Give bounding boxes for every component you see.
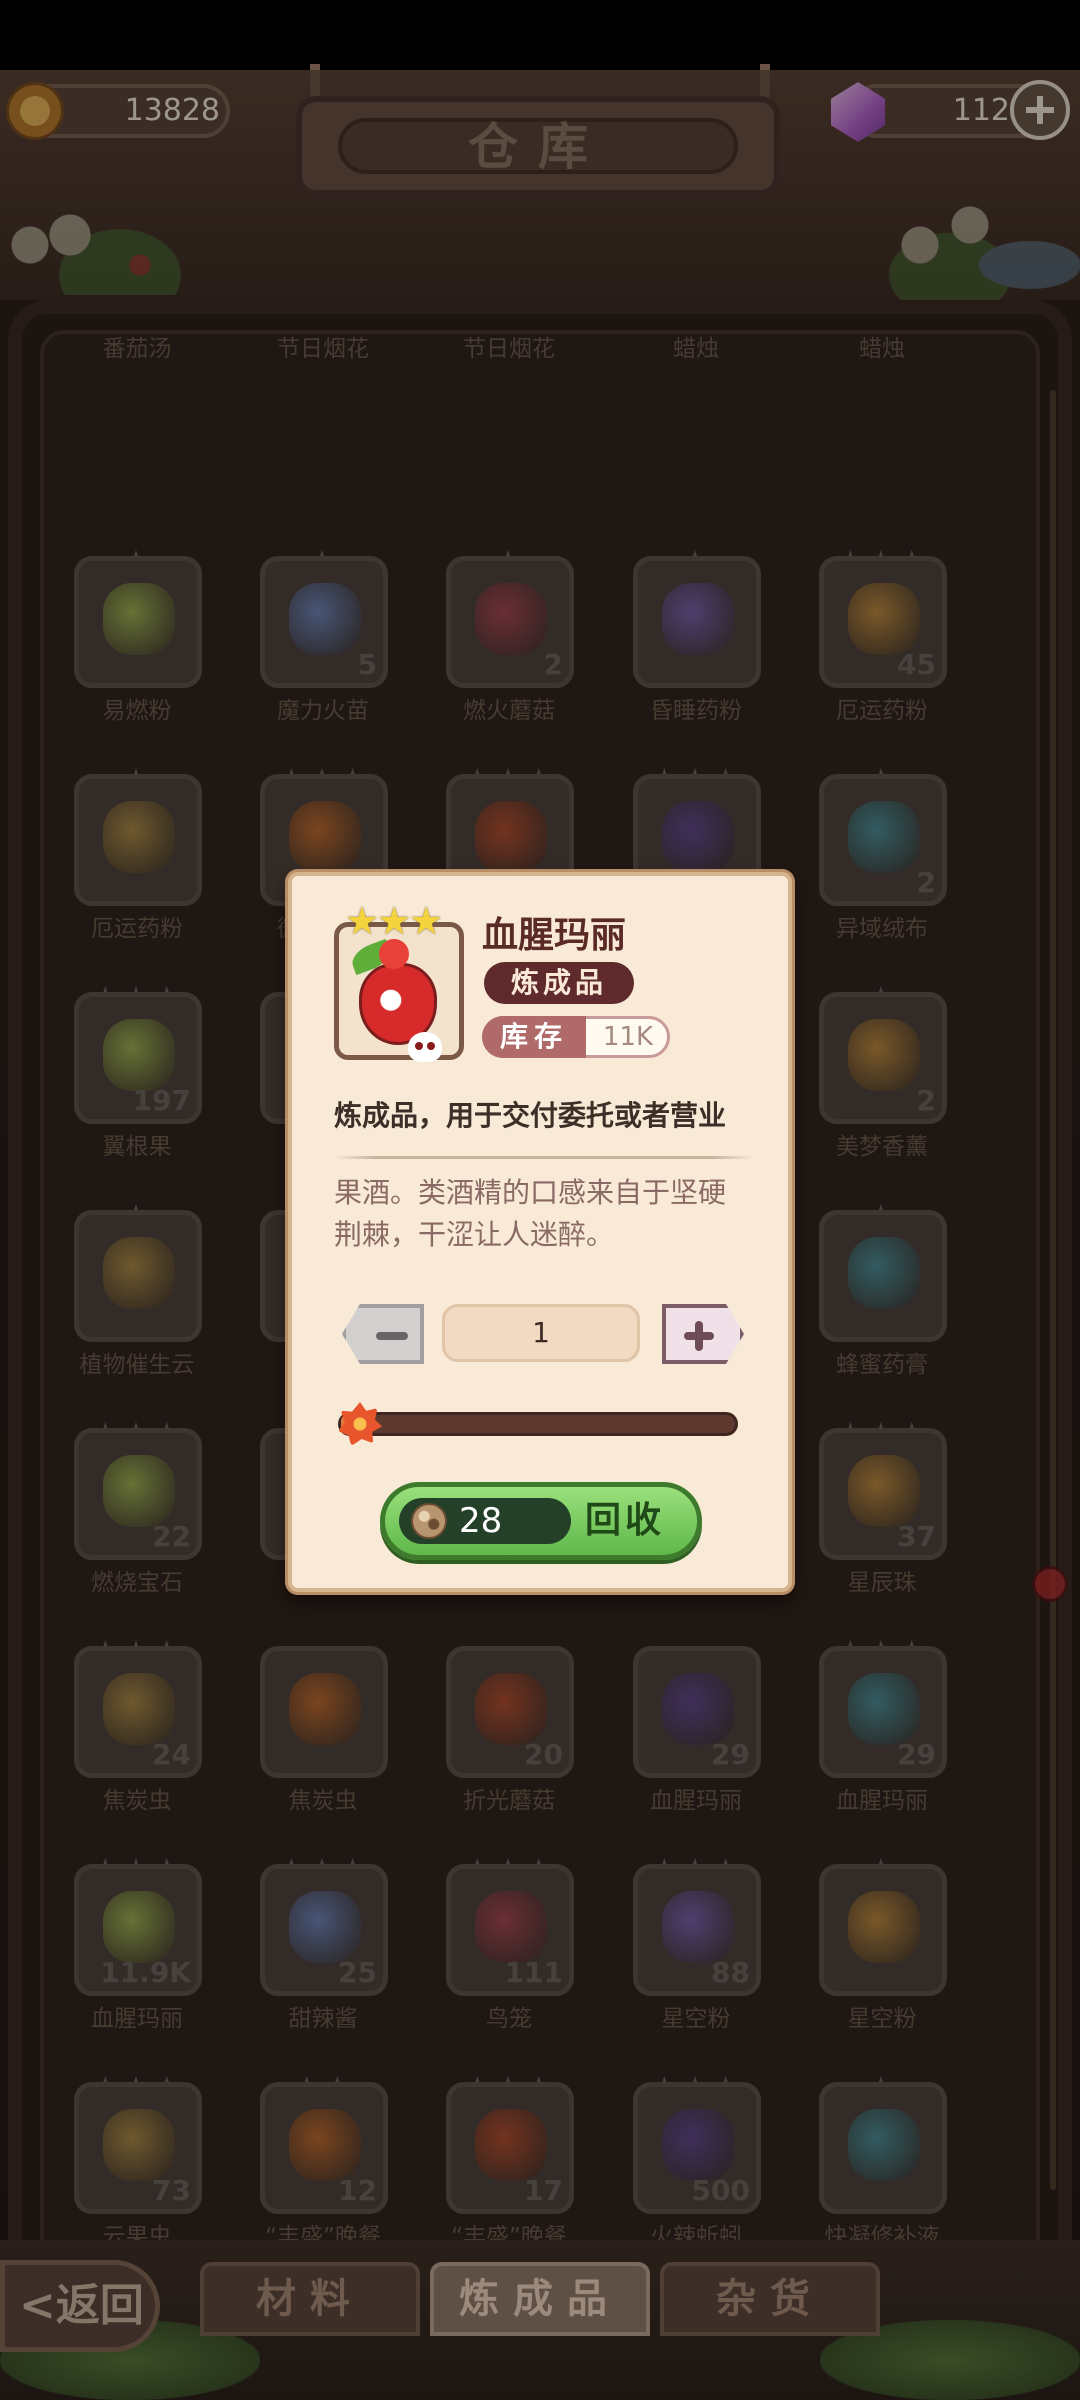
ladybug-icon [1032, 1566, 1068, 1602]
skull-icon [408, 1032, 442, 1062]
stock-indicator: 库存 11K [482, 1016, 670, 1058]
slider-handle-flower-icon[interactable] [338, 1402, 382, 1446]
item-usage-description: 炼成品，用于交付委托或者营业 [334, 1099, 727, 1132]
item-rarity-stars: ★★★ [345, 899, 443, 943]
recycle-button[interactable]: 28 回收 [380, 1482, 702, 1560]
quantity-input[interactable]: 1 [442, 1304, 640, 1362]
description-divider [334, 1156, 754, 1159]
recycle-price-value: 28 [459, 1501, 503, 1541]
stock-label: 库存 [482, 1016, 586, 1058]
tab-materials[interactable]: 材料 [200, 2262, 420, 2336]
minus-icon [376, 1332, 408, 1340]
tab-crafted-items[interactable]: 炼成品 [430, 2262, 650, 2336]
decrease-quantity-button[interactable] [342, 1304, 424, 1364]
item-detail-popup: ★★★ 血腥玛丽 炼成品 库存 11K 炼成品，用于交付委托或者营业 果酒。类酒… [288, 872, 792, 1592]
berry-icon [379, 939, 409, 969]
cookie-currency-icon [411, 1503, 447, 1539]
item-flavor-text: 果酒。类酒精的口感来自于坚硬荆棘，干涩让人迷醉。 [334, 1176, 727, 1251]
stock-value: 11K [602, 1022, 654, 1052]
tab-sundries[interactable]: 杂货 [660, 2262, 880, 2336]
back-button[interactable]: <返回 [0, 2260, 160, 2352]
increase-quantity-button[interactable] [662, 1304, 744, 1364]
bloody-mary-icon [359, 963, 442, 1062]
item-type-badge: 炼成品 [484, 962, 634, 1004]
quantity-slider[interactable] [338, 1412, 738, 1436]
recycle-price: 28 [399, 1498, 571, 1544]
recycle-label: 回收 [585, 1500, 666, 1541]
item-name: 血腥玛丽 [482, 915, 627, 956]
item-icon-frame: ★★★ [334, 899, 464, 1062]
